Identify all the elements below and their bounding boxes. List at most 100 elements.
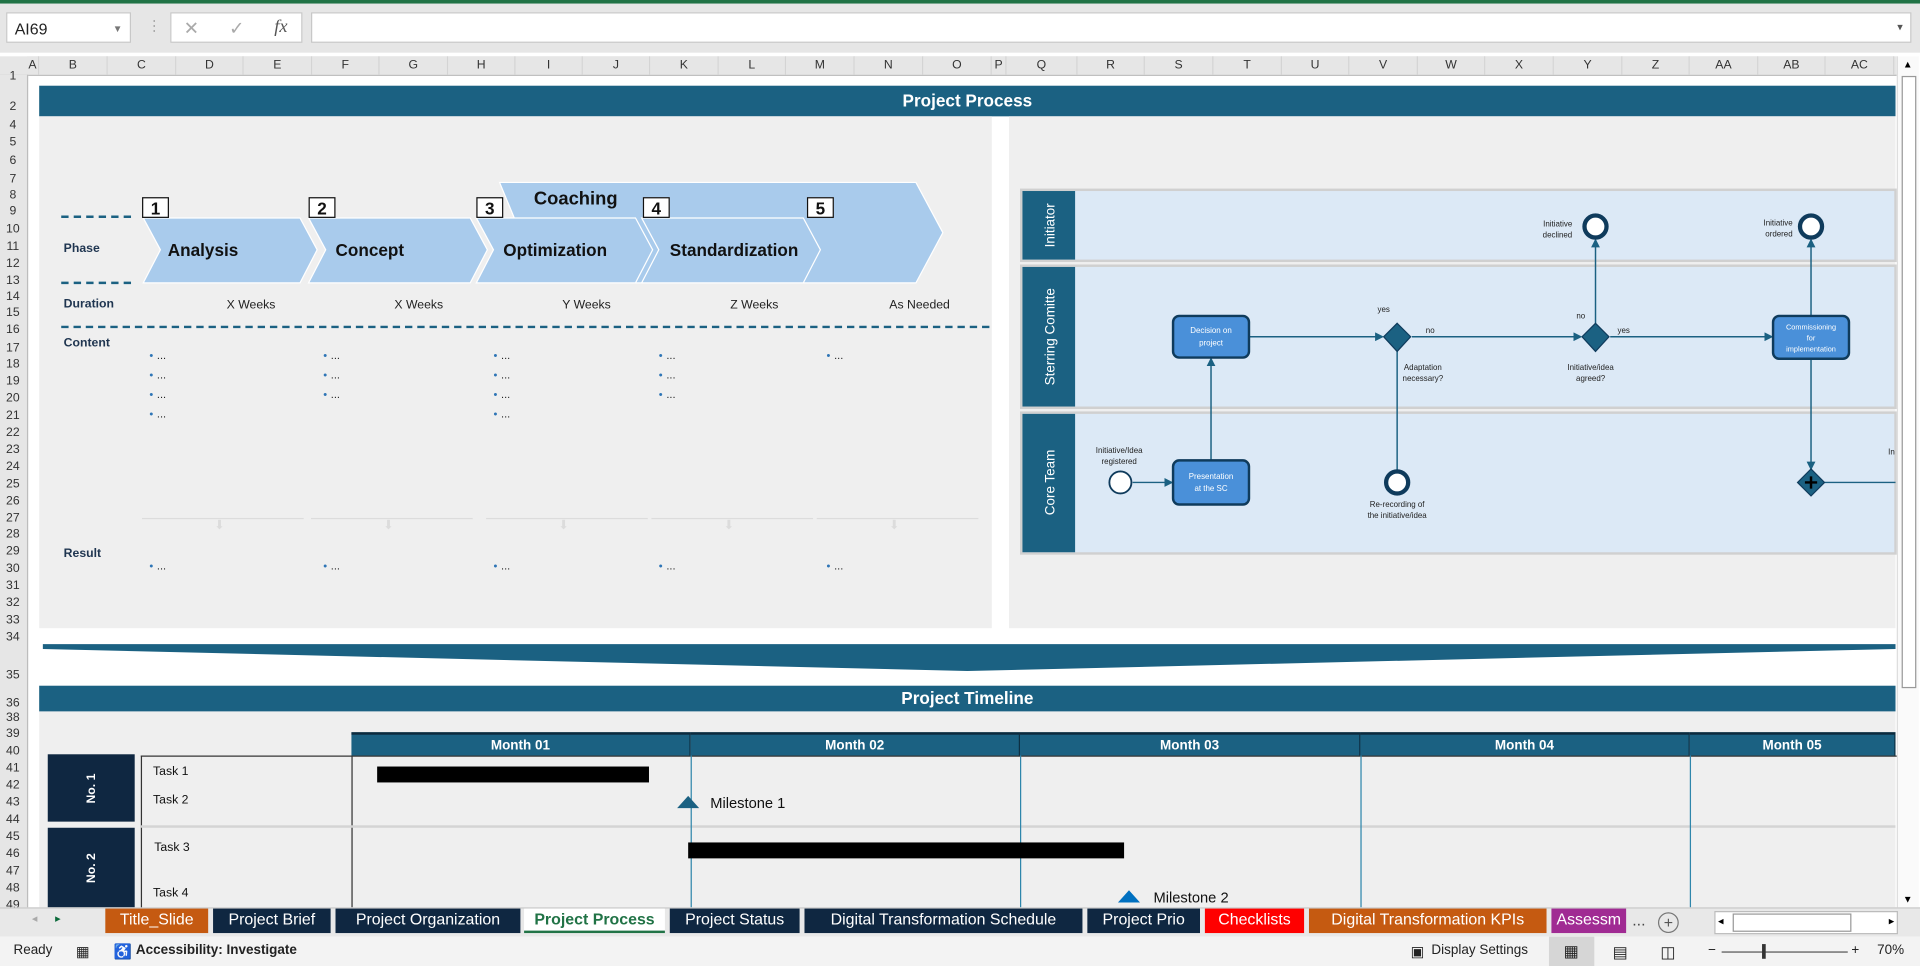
- label: ordered: [1765, 229, 1792, 238]
- page-layout-icon[interactable]: ▤: [1613, 943, 1628, 963]
- sheet-tab[interactable]: Project Prio: [1087, 908, 1201, 934]
- end-event-declined: [1582, 213, 1609, 240]
- sheet-tab[interactable]: Project Process: [524, 908, 665, 934]
- presentation-task[interactable]: [1171, 459, 1251, 506]
- label: declined: [1543, 231, 1573, 240]
- month-grid-line: [1360, 755, 1362, 908]
- swimlane-diagram: Initiator Sterring Comitte Core Team Dec…: [1020, 188, 1897, 555]
- label: yes: [1617, 326, 1629, 335]
- sheet-tab[interactable]: Digital Transformation Schedule: [804, 908, 1083, 934]
- add-sheet-icon[interactable]: +: [1657, 912, 1679, 934]
- grid-line: [351, 755, 353, 908]
- zoom-slider[interactable]: [1721, 951, 1848, 953]
- row-header[interactable]: 39: [0, 727, 26, 740]
- sheet-tab[interactable]: Assessm: [1551, 908, 1627, 934]
- month-grid-line: [1689, 755, 1692, 908]
- label: In: [1888, 447, 1895, 456]
- row-header[interactable]: 48: [0, 882, 26, 895]
- label: agreed?: [1576, 374, 1606, 383]
- milestone-triangle-icon: [1117, 890, 1141, 903]
- lane-label: Initiator: [1042, 203, 1057, 248]
- label: yes: [1377, 305, 1389, 314]
- row-header[interactable]: 44: [0, 813, 26, 826]
- task-text: Presentation: [1189, 472, 1234, 481]
- task-text: implementation: [1786, 344, 1836, 353]
- label: Initiative: [1764, 218, 1794, 227]
- sheet-tab[interactable]: Title_Slide: [105, 908, 209, 934]
- label: Initiative/idea: [1567, 363, 1614, 372]
- lane-label: Sterring Comitte: [1042, 288, 1057, 385]
- task-text: for: [1807, 333, 1816, 342]
- end-event-rerecording: [1383, 469, 1411, 496]
- row-header[interactable]: 38: [0, 711, 26, 724]
- accessibility-icon[interactable]: ♿: [114, 943, 132, 960]
- month-header: Month 04: [1360, 732, 1690, 756]
- task-label: Task 4: [153, 886, 189, 901]
- accessibility-status[interactable]: Accessibility: Investigate: [136, 943, 297, 958]
- zoom-slider-thumb[interactable]: [1762, 944, 1766, 959]
- scroll-thumb[interactable]: [1732, 913, 1852, 932]
- milestone-label: Milestone 1: [710, 794, 786, 812]
- horizontal-scrollbar[interactable]: ◂ ▸: [1714, 911, 1898, 935]
- milestone-label: Milestone 2: [1153, 888, 1229, 907]
- month-header: Month 03: [1020, 732, 1361, 756]
- scroll-right-icon[interactable]: ▸: [1889, 915, 1895, 928]
- zoom-in-icon[interactable]: +: [1851, 943, 1859, 958]
- group-no-2: No. 2: [47, 827, 135, 908]
- label: the initiative/idea: [1368, 511, 1428, 520]
- label: Initiative/Idea: [1096, 446, 1143, 455]
- macro-icon[interactable]: ▦: [76, 943, 90, 960]
- scroll-down-icon[interactable]: ▼: [1903, 894, 1913, 905]
- label: no: [1426, 326, 1435, 335]
- excel-window: AI69 ▼ ⋮ ✕ ✓ fx ▾ ABCDEFGHIJKLMNOPQRSTUVW…: [0, 0, 1920, 966]
- sheet-tab[interactable]: Checklists: [1204, 908, 1305, 934]
- sheet-tab[interactable]: Project Status: [669, 908, 800, 934]
- normal-view-button[interactable]: ▦: [1548, 936, 1595, 966]
- start-event: [1108, 470, 1133, 495]
- task-text: at the SC: [1194, 484, 1227, 493]
- row-header[interactable]: 40: [0, 744, 26, 757]
- group-label: No. 1: [84, 772, 98, 803]
- label: registered: [1102, 457, 1137, 466]
- lane-label: Core Team: [1042, 450, 1057, 516]
- zoom-level[interactable]: 70%: [1877, 943, 1904, 958]
- end-event-ordered: [1797, 213, 1825, 240]
- row-header[interactable]: 46: [0, 847, 26, 860]
- row-header[interactable]: 42: [0, 779, 26, 792]
- display-settings-icon[interactable]: ▣: [1411, 943, 1425, 960]
- row-header[interactable]: 47: [0, 864, 26, 877]
- row-header[interactable]: 41: [0, 762, 26, 775]
- month-header: Month 01: [351, 732, 691, 756]
- sheet-tab[interactable]: Digital Transformation KPIs: [1308, 908, 1547, 934]
- label: no: [1576, 311, 1585, 320]
- task-label: Task 3: [154, 841, 190, 855]
- row-header[interactable]: 45: [0, 830, 26, 843]
- sheet-tab[interactable]: Project Organization: [335, 908, 521, 934]
- scroll-left-icon[interactable]: ◂: [1718, 915, 1724, 928]
- sheet-tab[interactable]: Project Brief: [213, 908, 331, 934]
- decision-task[interactable]: [1171, 314, 1251, 359]
- zoom-out-icon[interactable]: −: [1708, 943, 1716, 958]
- group-divider: [140, 825, 1896, 828]
- month-header: Month 02: [690, 732, 1021, 756]
- task-label: Task 1: [153, 765, 189, 779]
- month-header: Month 05: [1689, 732, 1896, 756]
- tab-scroll-left-icon[interactable]: ◂: [32, 912, 38, 925]
- task-text: Decision on: [1190, 326, 1231, 335]
- grid-view-icon: ▦: [1563, 941, 1579, 961]
- display-settings-button[interactable]: Display Settings: [1431, 943, 1528, 958]
- timeline-divider-arrow: [42, 644, 1896, 672]
- page-break-icon[interactable]: ◫: [1660, 943, 1675, 963]
- month-grid-line: [690, 755, 692, 908]
- more-tabs[interactable]: ...: [1632, 911, 1645, 929]
- tab-scroll-right-icon[interactable]: ▸: [55, 912, 61, 925]
- timeline-title: Project Timeline: [39, 685, 1896, 712]
- month-grid-line: [1020, 755, 1022, 908]
- label: Initiative: [1543, 220, 1573, 229]
- gantt-bar-task-1[interactable]: [377, 766, 649, 783]
- task-label: Task 2: [153, 793, 189, 807]
- gantt-bar-task-3[interactable]: [688, 842, 1125, 859]
- row-header[interactable]: 43: [0, 796, 26, 809]
- milestone-triangle-icon: [677, 795, 700, 809]
- row-header[interactable]: 36: [0, 697, 26, 710]
